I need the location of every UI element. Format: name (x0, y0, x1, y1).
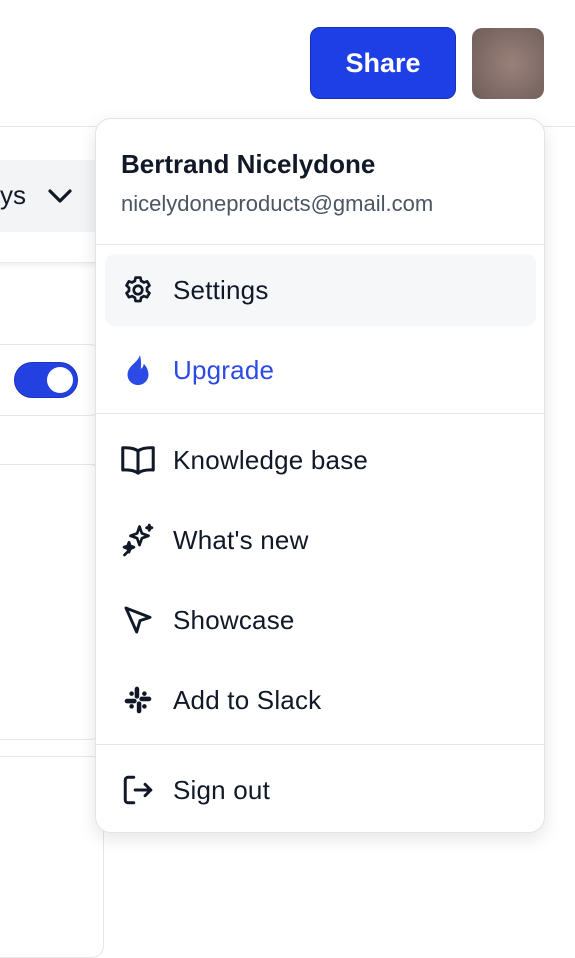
gear-icon (120, 272, 156, 308)
top-bar: Share (0, 0, 575, 127)
avatar[interactable] (472, 28, 544, 99)
menu-divider (96, 413, 544, 414)
chevron-down-icon (48, 189, 72, 203)
account-menu: Bertrand Nicelydone nicelydoneproducts@g… (95, 118, 545, 833)
menu-item-upgrade[interactable]: Upgrade (105, 334, 536, 406)
menu-item-add-to-slack[interactable]: Add to Slack (105, 664, 536, 736)
sign-out-icon (120, 772, 156, 808)
book-open-icon (120, 442, 156, 478)
menu-item-label: Upgrade (173, 354, 275, 385)
toggle-knob (47, 367, 73, 393)
menu-divider (96, 744, 544, 745)
menu-item-showcase[interactable]: Showcase (105, 584, 536, 656)
share-button[interactable]: Share (310, 27, 456, 99)
period-select-value: ys (0, 180, 26, 210)
menu-item-label: Sign out (173, 774, 271, 805)
sparkles-icon (120, 522, 156, 558)
user-email: nicelydoneproducts@gmail.com (121, 191, 434, 216)
flame-icon (120, 352, 156, 388)
menu-header: Bertrand Nicelydone nicelydoneproducts@g… (96, 119, 544, 245)
feature-toggle[interactable] (14, 362, 78, 398)
cursor-arrow-icon (120, 602, 156, 638)
background-divider (0, 414, 100, 465)
menu-item-label: Showcase (173, 604, 295, 635)
background-card (0, 756, 104, 958)
user-name: Bertrand Nicelydone (121, 149, 376, 179)
slack-icon (120, 682, 156, 718)
menu-item-settings[interactable]: Settings (105, 254, 536, 326)
menu-item-label: Settings (173, 274, 269, 305)
menu-item-label: Add to Slack (173, 684, 322, 715)
menu-item-label: What's new (173, 524, 309, 555)
background-card (0, 464, 102, 740)
menu-item-label: Knowledge base (173, 444, 369, 475)
menu-item-knowledge-base[interactable]: Knowledge base (105, 424, 536, 496)
menu-item-whats-new[interactable]: What's new (105, 504, 536, 576)
menu-item-sign-out[interactable]: Sign out (105, 754, 536, 826)
